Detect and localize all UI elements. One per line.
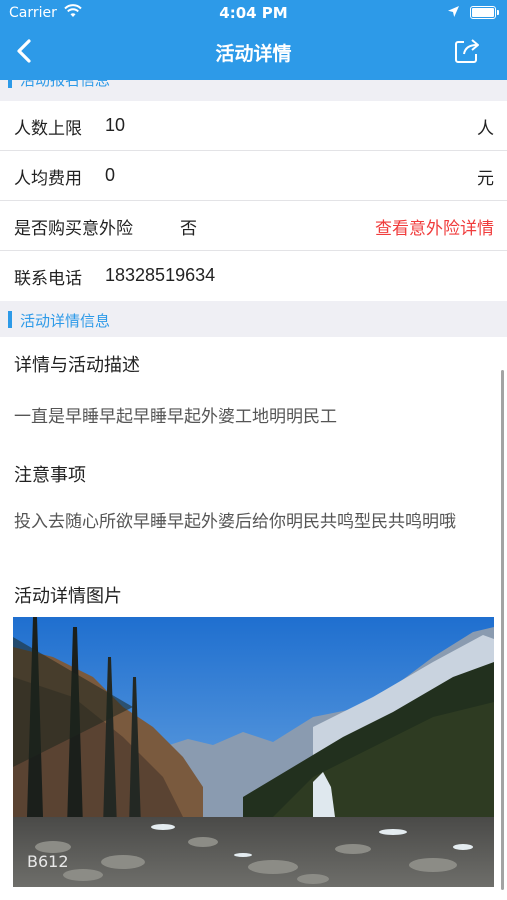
section-header-label: 活动详情信息	[20, 312, 111, 330]
row-participant-limit: 人数上限 10 人	[0, 101, 507, 151]
battery-icon	[470, 6, 499, 19]
fee-unit: 元	[477, 169, 494, 189]
notes-text: 投入去随心所欲早睡早起外婆后给你明民共鸣型民共鸣明哦	[14, 512, 456, 532]
fee-label: 人均费用	[14, 169, 82, 189]
row-fee: 人均费用 0 元	[0, 151, 507, 201]
description-text: 一直是早睡早起早睡早起外婆工地明明民工	[14, 407, 337, 427]
participant-limit-label: 人数上限	[14, 119, 82, 139]
insurance-value: 否	[180, 219, 197, 239]
row-phone: 联系电话 18328519634	[0, 251, 507, 301]
row-insurance: 是否购买意外险 否 查看意外险详情	[0, 201, 507, 251]
images-title: 活动详情图片	[14, 586, 122, 607]
content-scroll[interactable]: 活动报名信息 人数上限 10 人 人均费用 0 元 是否购买意外险 否 查看意外…	[0, 80, 507, 900]
share-edit-icon	[455, 39, 479, 63]
insurance-label: 是否购买意外险	[14, 219, 133, 239]
photo-watermark: B612	[27, 852, 69, 871]
section-header-details: 活动详情信息	[0, 301, 507, 337]
status-bar: Carrier 4:04 PM	[0, 0, 507, 26]
notes-title: 注意事项	[14, 465, 86, 486]
participant-limit-unit: 人	[477, 119, 494, 139]
navigation-bar: Carrier 4:04 PM 活动详情	[0, 0, 507, 80]
location-arrow-icon	[447, 5, 460, 22]
description-title: 详情与活动描述	[14, 355, 140, 376]
section-header-label: 活动报名信息	[20, 80, 111, 89]
section-header-signup: 活动报名信息	[0, 80, 507, 101]
scrollbar[interactable]	[501, 370, 504, 890]
insurance-details-link[interactable]: 查看意外险详情	[375, 214, 494, 239]
activity-photo[interactable]: B612	[13, 617, 494, 887]
clock: 4:04 PM	[219, 4, 288, 22]
fee-value: 0	[105, 165, 116, 185]
participant-limit-value: 10	[105, 115, 126, 135]
phone-label: 联系电话	[14, 269, 82, 289]
share-button[interactable]	[452, 36, 482, 66]
phone-value[interactable]: 18328519634	[105, 265, 215, 286]
page-title: 活动详情	[215, 43, 292, 65]
